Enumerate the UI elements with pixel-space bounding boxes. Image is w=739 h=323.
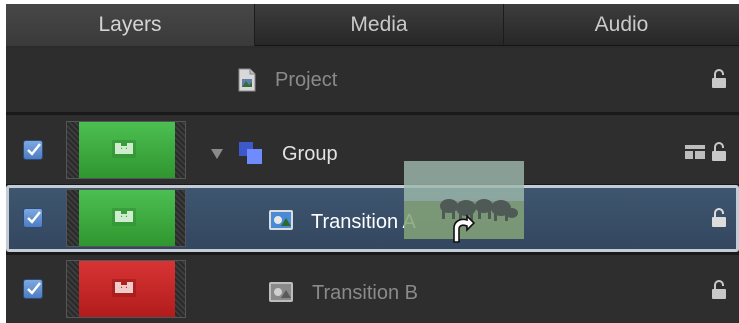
unlocked-icon[interactable] — [711, 68, 729, 95]
unlocked-icon[interactable] — [711, 207, 729, 234]
transition-icon — [269, 210, 293, 235]
group-thumbnail — [66, 121, 186, 179]
transition-a-visibility-checkbox[interactable] — [23, 208, 43, 228]
transition-icon — [269, 282, 293, 307]
disclosure-triangle-icon[interactable] — [210, 147, 224, 165]
transition-b-thumbnail — [66, 260, 186, 318]
layer-row-group[interactable]: Group — [6, 116, 739, 184]
layer-row-transition-a[interactable]: Transition A — [6, 185, 739, 252]
layer-label-transition-a: Transition A — [311, 211, 416, 233]
group-options-icon[interactable] — [685, 144, 705, 165]
project-file-icon — [237, 68, 257, 97]
transition-a-thumbnail — [66, 189, 186, 247]
tab-layers[interactable]: Layers — [6, 4, 255, 46]
tab-audio[interactable]: Audio — [504, 4, 739, 46]
tab-bar: Layers Media Audio — [6, 4, 739, 46]
unlocked-icon[interactable] — [711, 141, 729, 168]
layer-row-transition-b[interactable]: Transition B — [6, 255, 739, 323]
group-stack-icon — [238, 141, 264, 170]
layer-label-project: Project — [275, 69, 338, 91]
tab-media[interactable]: Media — [255, 4, 504, 46]
row-divider — [6, 112, 739, 115]
layer-row-project[interactable]: Project — [6, 48, 739, 112]
drop-cursor-icon — [449, 214, 476, 249]
unlocked-icon[interactable] — [711, 279, 729, 306]
layer-label-group: Group — [282, 143, 338, 165]
group-visibility-checkbox[interactable] — [23, 140, 43, 160]
layer-label-transition-b: Transition B — [312, 282, 418, 304]
transition-b-visibility-checkbox[interactable] — [23, 279, 43, 299]
layers-panel: Layers Media Audio Project Group Transit… — [6, 4, 739, 323]
